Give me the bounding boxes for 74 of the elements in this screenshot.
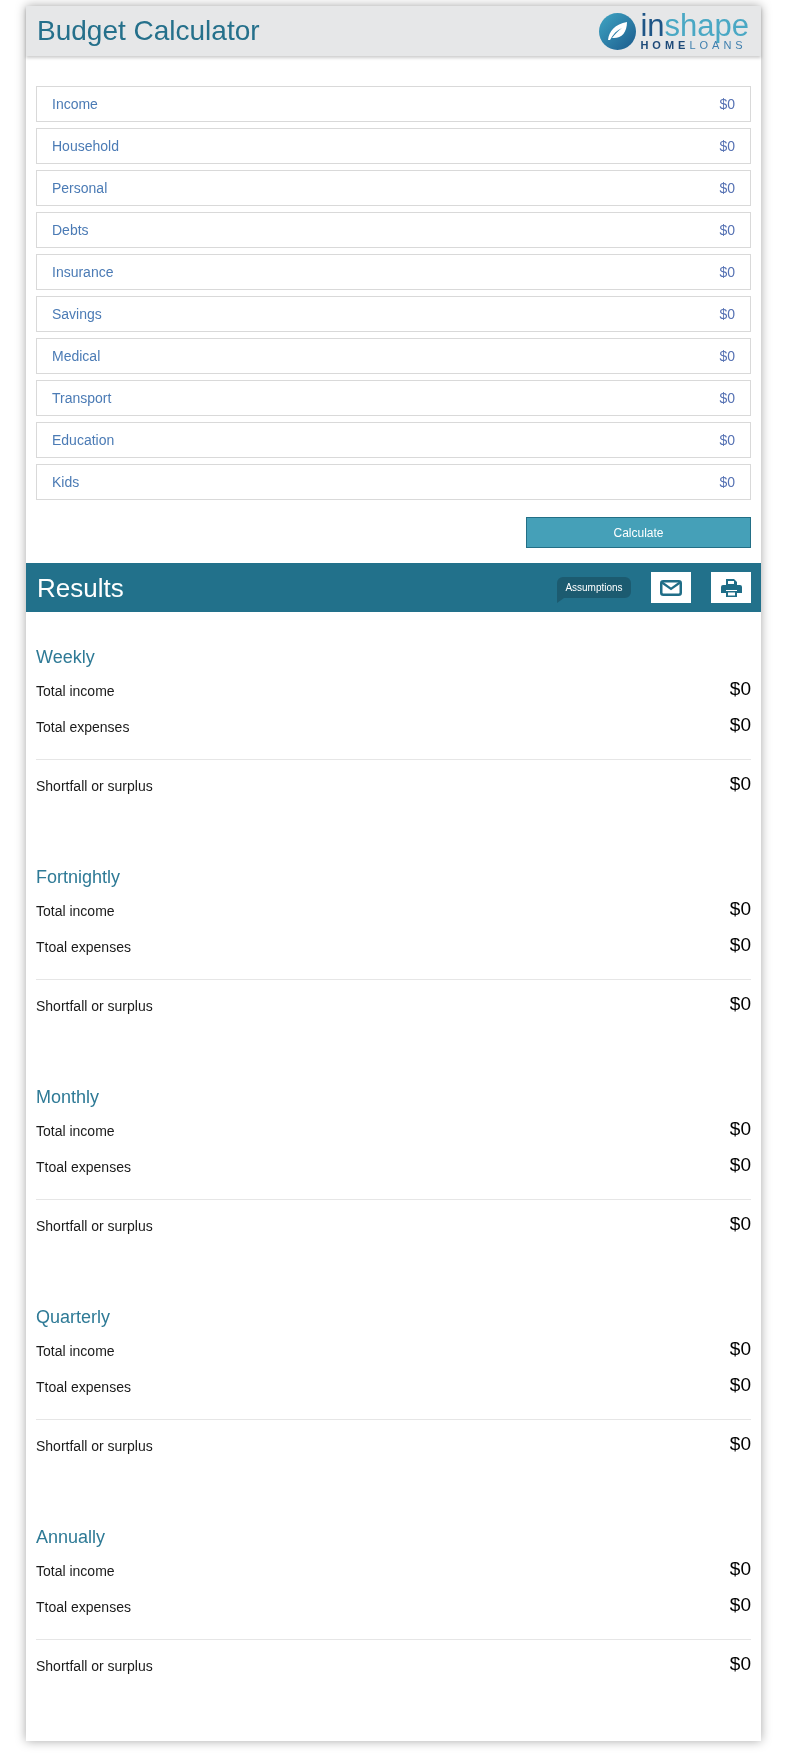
result-label: Shortfall or surplus [36,1436,153,1456]
calculate-button[interactable]: Calculate [526,517,751,548]
category-row[interactable]: Household $0 [36,128,751,164]
result-label: Ttoal expenses [36,1597,131,1617]
category-label: Income [52,94,98,114]
result-label: Ttoal expenses [36,1377,131,1397]
category-label: Household [52,136,119,156]
period-heading: Annually [36,1526,106,1549]
result-amount: $0 [729,1372,751,1397]
leaf-logo-icon [599,12,637,50]
category-row[interactable]: Kids $0 [36,464,751,500]
result-label: Shortfall or surplus [36,1216,153,1236]
category-row[interactable]: Transport $0 [36,380,751,416]
category-amount: $0 [719,346,735,366]
category-label: Savings [52,304,102,324]
category-label: Transport [52,388,112,408]
category-row[interactable]: Personal $0 [36,170,751,206]
result-amount: $0 [729,1592,751,1617]
result-label: Shortfall or surplus [36,1656,153,1676]
result-amount: $0 [729,896,751,921]
result-label: Total income [36,1121,115,1141]
result-amount: $0 [729,1651,751,1676]
result-amount: $0 [729,1116,751,1141]
result-amount: $0 [729,991,751,1016]
category-label: Medical [52,346,101,366]
result-label: Shortfall or surplus [36,776,153,796]
period-heading: Weekly [36,646,95,669]
result-label: Ttoal expenses [36,1157,131,1177]
print-button[interactable] [711,572,751,603]
category-amount: $0 [719,136,735,156]
period-heading: Quarterly [36,1306,111,1329]
category-amount: $0 [719,94,735,114]
category-label: Insurance [52,262,114,282]
category-amount: $0 [719,220,735,240]
result-label: Total income [36,681,115,701]
result-label: Total income [36,901,115,921]
result-label: Shortfall or surplus [36,996,153,1016]
category-label: Debts [52,220,89,240]
result-label: Total income [36,1561,115,1581]
result-label: Total income [36,1341,115,1361]
results-title: Results [37,571,124,604]
category-amount: $0 [719,178,735,198]
result-amount: $0 [729,771,751,796]
category-amount: $0 [719,262,735,282]
category-label: Personal [52,178,108,198]
category-label: Kids [52,472,80,492]
period-heading: Fortnightly [36,866,121,889]
printer-icon [720,578,742,597]
category-row[interactable]: Medical $0 [36,338,751,374]
category-row[interactable]: Education $0 [36,422,751,458]
assumptions-button[interactable]: Assumptions [557,577,631,603]
category-amount: $0 [719,430,735,450]
category-row[interactable]: Insurance $0 [36,254,751,290]
result-amount: $0 [729,1431,751,1456]
result-amount: $0 [729,1336,751,1361]
result-amount: $0 [729,712,751,737]
category-amount: $0 [719,388,735,408]
category-label: Education [52,430,115,450]
category-amount: $0 [719,304,735,324]
envelope-icon [660,579,682,596]
result-amount: $0 [729,932,751,957]
result-amount: $0 [729,676,751,701]
result-amount: $0 [729,1211,751,1236]
category-row[interactable]: Savings $0 [36,296,751,332]
result-amount: $0 [729,1152,751,1177]
category-row[interactable]: Income $0 [36,86,751,122]
category-amount: $0 [719,472,735,492]
result-amount: $0 [729,1556,751,1581]
page-title: Budget Calculator [37,14,260,48]
result-label: Total expenses [36,717,130,737]
email-button[interactable] [651,572,691,603]
result-label: Ttoal expenses [36,937,131,957]
period-heading: Monthly [36,1086,100,1109]
category-row[interactable]: Debts $0 [36,212,751,248]
